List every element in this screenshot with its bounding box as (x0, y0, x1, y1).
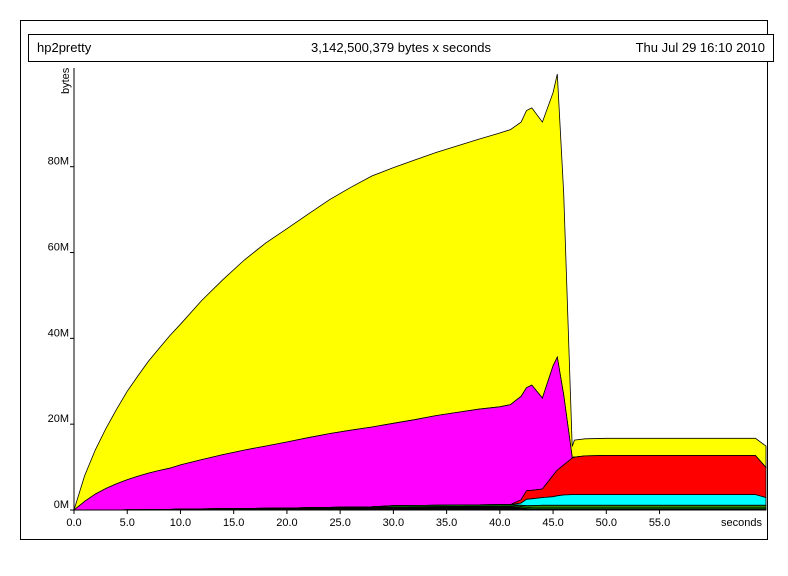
x-tick-label: 20.0 (276, 517, 297, 529)
y-tick-label: 0M (54, 499, 69, 511)
x-tick-label: 50.0 (596, 517, 617, 529)
heap-profile-chart: 0.0 5.0 10.0 15.0 20.0 25.0 30.0 35.0 40.0 45.0 50… (48, 67, 767, 529)
x-tick-label: 25.0 (329, 517, 350, 529)
x-axis-label: seconds (721, 517, 762, 529)
x-tick-label: 15.0 (223, 517, 244, 529)
y-tick-label: 80M (48, 156, 69, 168)
x-tick-label: 10.0 (170, 517, 191, 529)
y-tick-label: 60M (48, 242, 69, 254)
x-tick-label: 30.0 (383, 517, 404, 529)
x-tick-label: 0.0 (66, 517, 81, 529)
x-tick-label: 45.0 (542, 517, 563, 529)
y-tick-label: 40M (48, 327, 69, 339)
x-tick-label: 35.0 (436, 517, 457, 529)
x-tick-label: 5.0 (120, 517, 135, 529)
y-tick-label: 20M (48, 413, 69, 425)
area-series-group (72, 73, 767, 512)
y-axis-label: bytes (60, 67, 72, 94)
x-tick-label: 55.0 (649, 517, 670, 529)
x-tick-label: 40.0 (489, 517, 510, 529)
